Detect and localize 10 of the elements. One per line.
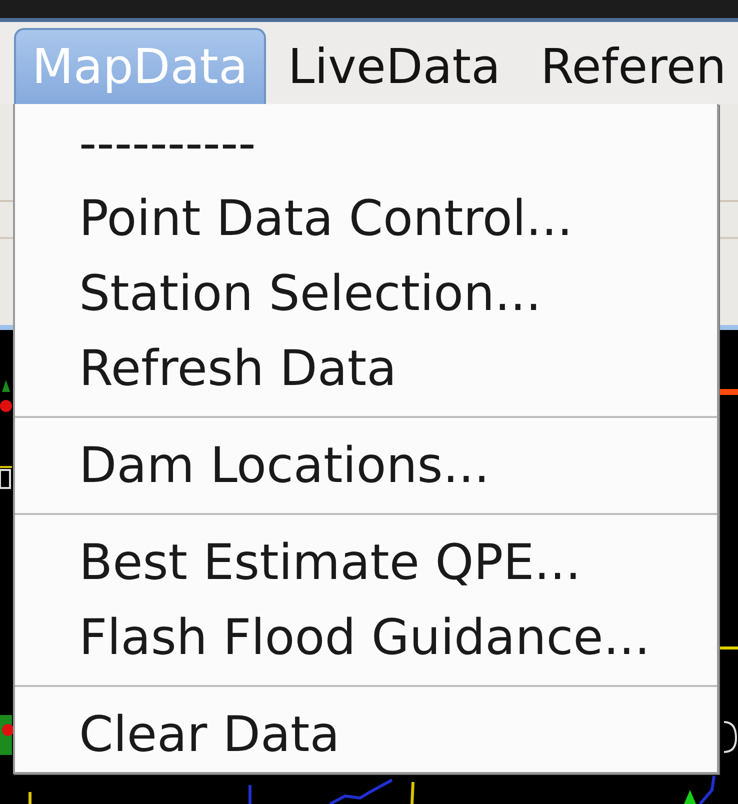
menu-item[interactable]: Best Estimate QPE... — [15, 525, 717, 600]
menu-item[interactable]: Dam Locations... — [15, 428, 717, 503]
menu-item[interactable]: Refresh Data — [15, 331, 717, 406]
menu-item[interactable]: ---------- — [15, 106, 717, 181]
menu-item[interactable]: Point Data Control... — [15, 181, 717, 256]
menu-item[interactable]: Station Selection... — [15, 256, 717, 331]
menu-item[interactable]: Flash Flood Guidance... — [15, 600, 717, 675]
menu-item[interactable]: Clear Data — [15, 697, 717, 772]
menu-bar-item[interactable]: LiveData — [270, 28, 519, 104]
menu-bar-item[interactable]: Referen — [522, 28, 726, 104]
